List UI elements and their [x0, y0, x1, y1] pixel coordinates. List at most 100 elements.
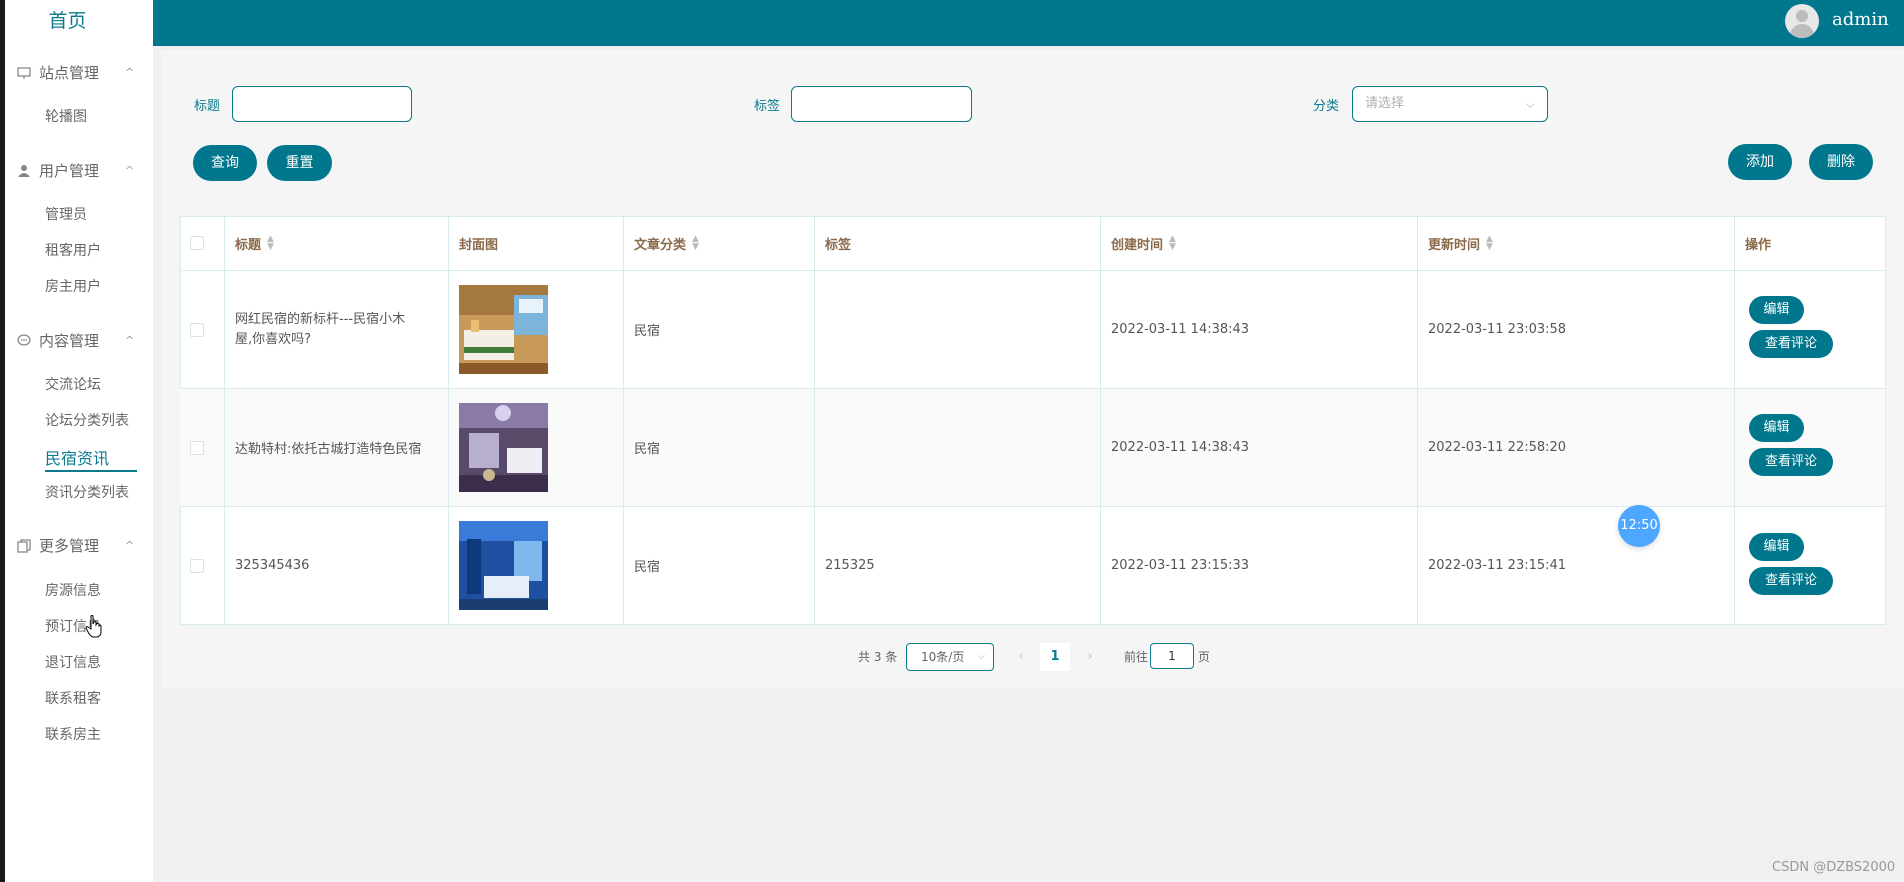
chevron-up-icon: ^: [125, 334, 135, 347]
header-select-all-cell: [180, 216, 225, 271]
chevron-up-icon: ^: [125, 164, 135, 177]
sidebar-group-content[interactable]: 内容管理 ^: [17, 330, 134, 351]
table-row: [180, 507, 225, 625]
view-comments-button[interactable]: 查看评论: [1749, 330, 1833, 358]
row-actions: [1735, 507, 1886, 625]
row-title: 325345436: [225, 507, 449, 625]
sort-icon[interactable]: ▲ ▼: [1169, 235, 1176, 252]
view-comments-button[interactable]: 查看评论: [1749, 567, 1833, 595]
row-category: 民宿: [624, 271, 815, 389]
cover-image[interactable]: [459, 521, 548, 610]
goto-suffix: 页: [1198, 650, 1211, 664]
row-created: 2022-03-11 23:15:33: [1101, 507, 1418, 625]
category-filter-label: 分类: [1313, 99, 1340, 114]
goto-page-input[interactable]: 1: [1150, 643, 1194, 669]
chevron-up-icon: ^: [125, 66, 135, 79]
page-size-value: 10条/页: [921, 650, 965, 664]
category-placeholder: 请选择: [1365, 96, 1405, 111]
cover-image[interactable]: [459, 403, 548, 492]
add-button[interactable]: 添加: [1728, 144, 1792, 180]
row-tag: [815, 271, 1101, 389]
cover-image[interactable]: [459, 285, 548, 374]
chevron-up-icon: ^: [125, 539, 135, 552]
user-icon: [18, 164, 30, 177]
header-updated[interactable]: 更新时间 ▲ ▼: [1418, 216, 1735, 271]
header-tag: 标签: [815, 216, 1101, 271]
header-actions: 操作: [1735, 216, 1886, 271]
header-category[interactable]: 文章分类 ▲ ▼: [624, 216, 815, 271]
sidebar-item-news-categories[interactable]: 资讯分类列表: [45, 482, 129, 502]
sidebar-item-carousel[interactable]: 轮播图: [45, 106, 87, 126]
edit-button[interactable]: 编辑: [1749, 296, 1804, 324]
category-filter-select[interactable]: 请选择 ⌵: [1352, 86, 1548, 122]
chat-icon: [17, 333, 31, 346]
sidebar: 首页 站点管理 ^ 轮播图 用户管理 ^ 管理员 租客用户 房主用户 内容管理 …: [5, 0, 153, 882]
title-filter-input[interactable]: [232, 86, 412, 122]
current-page-number[interactable]: 1: [1040, 643, 1070, 671]
sidebar-item-cancellations[interactable]: 退订信息: [45, 652, 101, 672]
sidebar-group-users[interactable]: 用户管理 ^: [17, 160, 134, 181]
row-updated: 2022-03-11 23:15:41: [1418, 507, 1735, 625]
row-created: 2022-03-11 14:38:43: [1101, 389, 1418, 507]
watermark-text: CSDN @DZBS2000: [1772, 860, 1896, 875]
row-checkbox[interactable]: [190, 440, 204, 455]
edit-button[interactable]: 编辑: [1749, 414, 1804, 442]
avatar[interactable]: [1785, 4, 1819, 38]
table-row: [180, 271, 225, 389]
row-updated: 2022-03-11 22:58:20: [1418, 389, 1735, 507]
monitor-icon: [17, 66, 31, 79]
sidebar-item-news[interactable]: 民宿资讯: [45, 445, 109, 469]
title-filter-label: 标题: [194, 99, 221, 114]
username-label[interactable]: admin: [1832, 9, 1889, 30]
row-title: 网红民宿的新标杆---民宿小木屋,你喜欢吗?: [225, 271, 449, 389]
copy-icon: [17, 538, 31, 553]
sort-icon[interactable]: ▲ ▼: [267, 235, 274, 252]
row-tag: 215325: [815, 507, 1101, 625]
sidebar-item-forum[interactable]: 交流论坛: [45, 374, 101, 394]
floating-time-badge[interactable]: 12:50: [1618, 505, 1660, 547]
view-comments-button[interactable]: 查看评论: [1749, 448, 1833, 476]
tag-filter-input[interactable]: [791, 86, 972, 122]
sidebar-group-label: 更多管理: [39, 537, 100, 555]
sidebar-item-contact-tenants[interactable]: 联系租客: [45, 688, 101, 708]
header-created[interactable]: 创建时间 ▲ ▼: [1101, 216, 1418, 271]
pagination-total: 共 3 条: [858, 650, 898, 664]
delete-button[interactable]: 删除: [1809, 144, 1873, 180]
row-checkbox[interactable]: [190, 558, 204, 573]
prev-page-button[interactable]: ‹: [1007, 643, 1035, 671]
chevron-down-icon: ⌵: [977, 651, 985, 662]
header-title[interactable]: 标题 ▲ ▼: [225, 216, 449, 271]
sidebar-group-site[interactable]: 站点管理 ^: [17, 62, 134, 83]
chevron-down-icon: ⌵: [1525, 97, 1535, 111]
sidebar-group-label: 用户管理: [39, 162, 100, 180]
reset-button[interactable]: 重置: [267, 145, 332, 181]
row-cover-cell: [449, 271, 624, 389]
tag-filter-label: 标签: [754, 99, 781, 114]
hand-cursor-icon: [85, 615, 102, 638]
row-cover-cell: [449, 507, 624, 625]
row-updated: 2022-03-11 23:03:58: [1418, 271, 1735, 389]
row-cover-cell: [449, 389, 624, 507]
edit-button[interactable]: 编辑: [1749, 533, 1804, 561]
sidebar-group-more[interactable]: 更多管理 ^: [17, 535, 134, 556]
sort-icon[interactable]: ▲ ▼: [692, 235, 699, 252]
row-tag: [815, 389, 1101, 507]
next-page-button[interactable]: ›: [1076, 643, 1104, 671]
page-size-select[interactable]: 10条/页 ⌵: [906, 643, 994, 671]
sort-icon[interactable]: ▲ ▼: [1486, 235, 1493, 252]
sidebar-item-forum-categories[interactable]: 论坛分类列表: [45, 410, 129, 430]
sidebar-home-link[interactable]: 首页: [5, 6, 130, 33]
sidebar-item-admins[interactable]: 管理员: [45, 204, 87, 224]
sidebar-item-contact-landlords[interactable]: 联系房主: [45, 724, 101, 744]
sidebar-group-label: 内容管理: [39, 332, 100, 350]
sidebar-item-tenants[interactable]: 租客用户: [45, 240, 101, 260]
header-cover: 封面图: [449, 216, 624, 271]
row-created: 2022-03-11 14:38:43: [1101, 271, 1418, 389]
active-indicator: [45, 470, 137, 472]
select-all-checkbox[interactable]: [190, 236, 204, 250]
sidebar-item-landlords[interactable]: 房主用户: [45, 276, 101, 296]
row-category: 民宿: [624, 389, 815, 507]
row-checkbox[interactable]: [190, 322, 204, 337]
query-button[interactable]: 查询: [193, 145, 257, 181]
sidebar-item-listings[interactable]: 房源信息: [45, 580, 101, 600]
